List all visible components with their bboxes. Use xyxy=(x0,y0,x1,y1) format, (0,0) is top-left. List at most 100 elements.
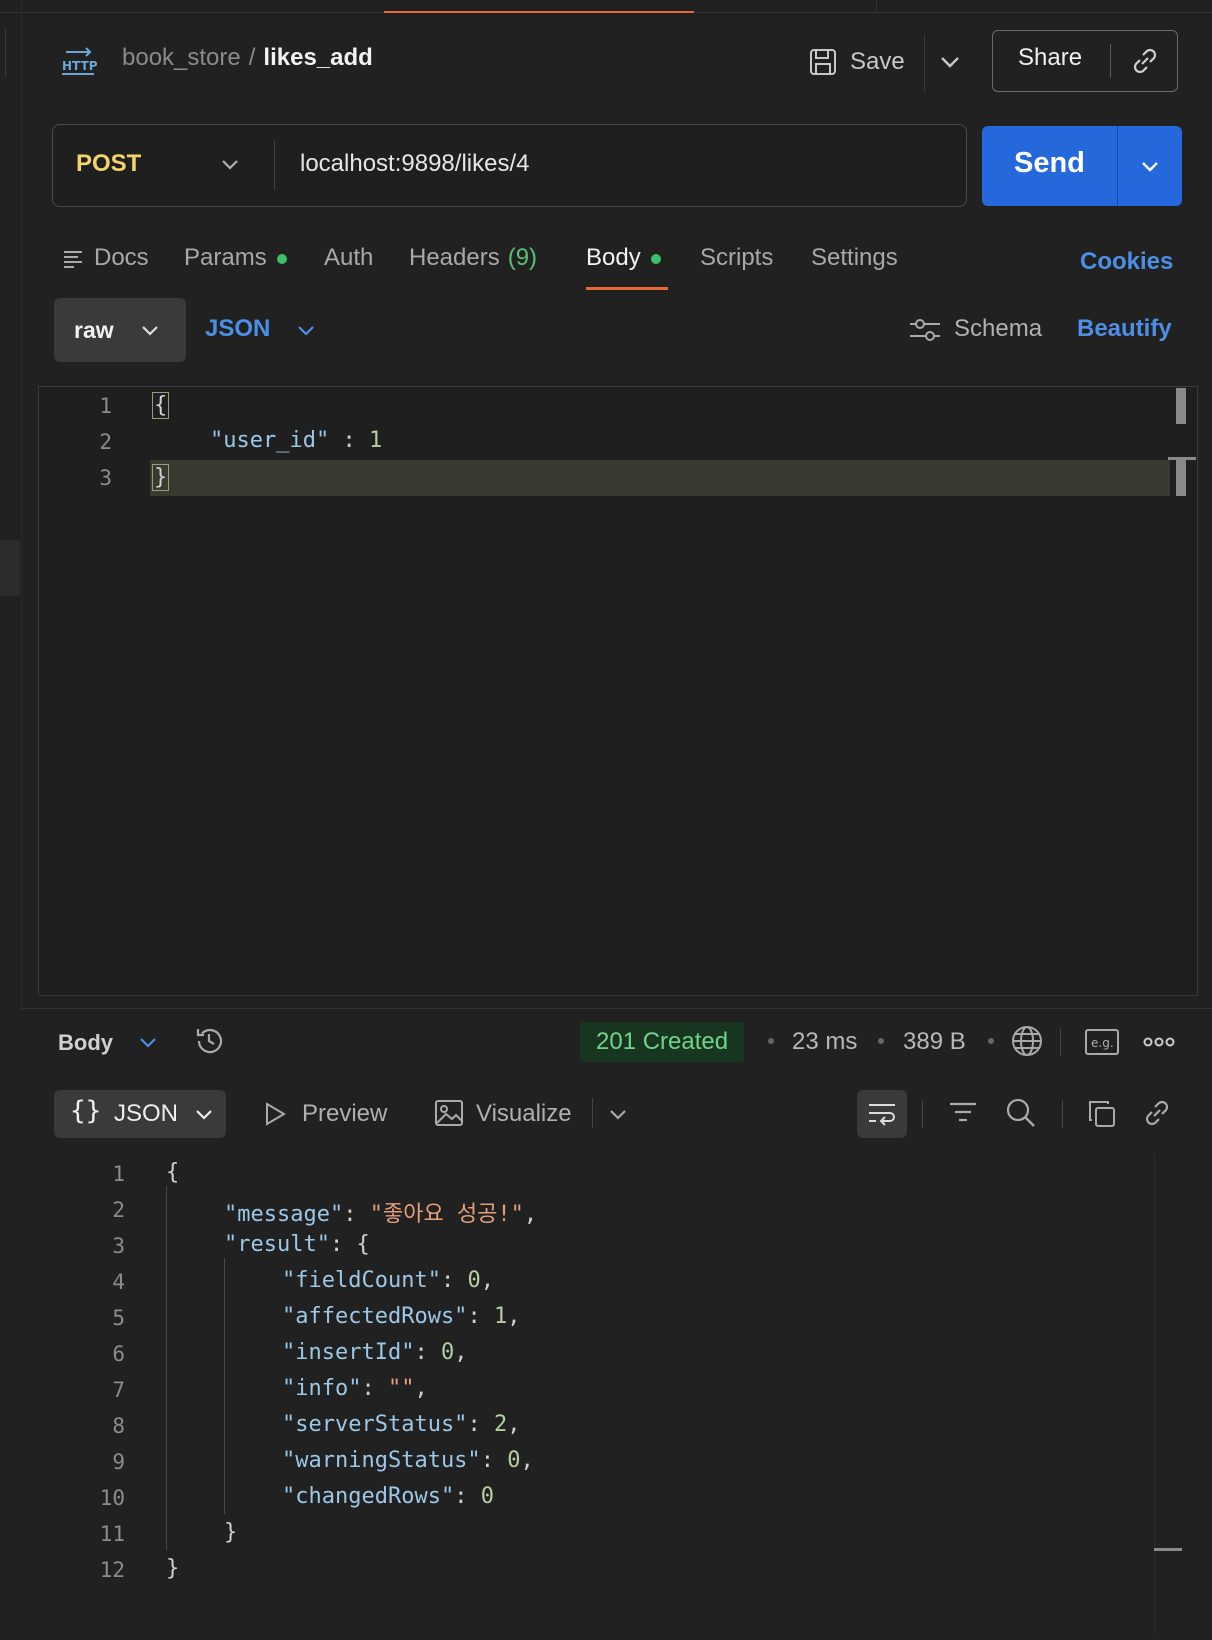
current-line-highlight xyxy=(150,460,1170,496)
json-braces-icon: {} xyxy=(70,1096,102,1126)
json-value: 1 xyxy=(368,428,383,453)
request-title[interactable]: likes_add xyxy=(263,44,372,71)
json-line-field: "affectedRows": 1, xyxy=(282,1304,521,1329)
tab-body[interactable]: Body xyxy=(586,244,661,272)
json-value: 1 xyxy=(493,1304,508,1329)
link-icon[interactable] xyxy=(1140,1096,1174,1130)
schema-button[interactable]: Schema xyxy=(954,315,1042,343)
line-number: 5 xyxy=(112,1306,125,1330)
copy-link-icon[interactable] xyxy=(1128,44,1162,78)
json-value: 2 xyxy=(493,1412,508,1437)
tab-auth[interactable]: Auth xyxy=(324,244,373,272)
image-icon xyxy=(434,1098,464,1128)
left-rail-edge xyxy=(0,28,6,78)
method-chevron-down-icon[interactable] xyxy=(218,152,242,176)
json-comma: , xyxy=(454,1340,468,1365)
http-icon: HTTP xyxy=(60,46,100,78)
left-rail-selection xyxy=(0,540,20,596)
beautify-button[interactable]: Beautify xyxy=(1077,315,1172,343)
visualize-chevron-down-icon[interactable] xyxy=(606,1102,630,1126)
scrollbar-thumb[interactable] xyxy=(1176,388,1186,424)
body-format-chevron-down-icon[interactable] xyxy=(294,318,318,342)
history-icon[interactable] xyxy=(192,1024,226,1058)
json-comma: , xyxy=(480,1268,494,1293)
more-options-icon[interactable] xyxy=(1142,1030,1176,1054)
breadcrumb: book_store / likes_add xyxy=(122,44,373,72)
visualize-button[interactable]: Visualize xyxy=(476,1100,572,1128)
left-rail-divider xyxy=(21,0,22,1010)
tab-settings[interactable]: Settings xyxy=(811,244,898,272)
response-scrollbar-track[interactable] xyxy=(1154,1154,1155,1634)
json-string-value: "" xyxy=(387,1376,415,1401)
response-section-chevron-down-icon[interactable] xyxy=(136,1030,160,1054)
json-key: "message" xyxy=(224,1202,344,1227)
example-icon[interactable]: e.g. xyxy=(1084,1028,1120,1056)
line-number: 1 xyxy=(99,394,112,418)
copy-icon[interactable] xyxy=(1086,1098,1118,1130)
scrollbar-cursor-marker xyxy=(1176,460,1186,496)
schema-sliders-icon[interactable] xyxy=(908,316,942,344)
play-icon xyxy=(262,1100,288,1128)
save-options-chevron-icon[interactable] xyxy=(936,46,964,78)
line-number: 1 xyxy=(112,1162,125,1186)
response-time[interactable]: 23 ms xyxy=(792,1028,857,1056)
tab-params-label: Params xyxy=(184,244,267,271)
url-input[interactable]: localhost:9898/likes/4 xyxy=(300,150,529,178)
body-indicator-dot xyxy=(650,253,661,264)
search-icon[interactable] xyxy=(1004,1096,1038,1130)
save-button[interactable]: Save xyxy=(808,40,905,84)
send-divider xyxy=(1117,126,1118,206)
globe-icon[interactable] xyxy=(1010,1024,1044,1058)
svg-text:e.g.: e.g. xyxy=(1091,1036,1114,1050)
body-format-select[interactable]: JSON xyxy=(205,315,270,343)
cookies-link[interactable]: Cookies xyxy=(1080,248,1173,276)
json-comma: , xyxy=(507,1304,521,1329)
json-close-brace: } xyxy=(166,1556,180,1581)
share-label[interactable]: Share xyxy=(1018,44,1082,72)
response-format-label[interactable]: JSON xyxy=(114,1100,178,1128)
method-select[interactable]: POST xyxy=(76,150,141,178)
response-format-chevron-down-icon[interactable] xyxy=(192,1102,216,1126)
indent-guide xyxy=(166,1186,167,1550)
json-string-value: "좋아요 성공!" xyxy=(369,1202,524,1227)
line-number: 8 xyxy=(112,1414,125,1438)
response-section-select[interactable]: Body xyxy=(58,1030,113,1056)
filter-icon[interactable] xyxy=(948,1098,978,1128)
code-line: "user_id" : 1 xyxy=(210,428,382,453)
json-line-field: "insertId": 0, xyxy=(282,1340,468,1365)
json-key: "warningStatus" xyxy=(282,1448,481,1473)
wrap-lines-icon[interactable] xyxy=(866,1099,898,1129)
breadcrumb-collection[interactable]: book_store xyxy=(122,44,241,71)
body-mode-chevron-down-icon[interactable] xyxy=(138,318,162,342)
save-label: Save xyxy=(850,48,905,75)
tab-params[interactable]: Params xyxy=(184,244,287,272)
line-number: 3 xyxy=(99,466,112,490)
line-number: 6 xyxy=(112,1342,125,1366)
tab-docs[interactable]: Docs xyxy=(94,244,149,272)
response-scrollbar-thumb[interactable] xyxy=(1154,1548,1182,1551)
svg-text:HTTP: HTTP xyxy=(62,59,98,73)
send-options-chevron-down-icon[interactable] xyxy=(1138,154,1162,178)
meta-separator-dot xyxy=(878,1038,884,1044)
json-open-brace: { xyxy=(166,1160,180,1185)
share-divider xyxy=(1110,44,1111,78)
json-key: "fieldCount" xyxy=(282,1268,441,1293)
active-tab-indicator xyxy=(384,11,694,13)
json-key: "user_id" xyxy=(210,428,330,453)
params-indicator-dot xyxy=(276,253,287,264)
json-key: "changedRows" xyxy=(282,1484,455,1509)
send-label[interactable]: Send xyxy=(1014,147,1085,180)
line-number: 12 xyxy=(99,1558,125,1582)
tab-body-label: Body xyxy=(586,244,641,271)
tab-headers[interactable]: Headers (9) xyxy=(409,244,537,272)
tab-scripts[interactable]: Scripts xyxy=(700,244,773,272)
response-size[interactable]: 389 B xyxy=(903,1028,966,1056)
json-key: "insertId" xyxy=(282,1340,415,1365)
meta-separator-dot xyxy=(768,1038,774,1044)
json-key: "serverStatus" xyxy=(282,1412,468,1437)
json-line-field: "warningStatus": 0, xyxy=(282,1448,534,1473)
preview-button[interactable]: Preview xyxy=(302,1100,387,1128)
response-body-viewer[interactable] xyxy=(52,1154,1152,1594)
url-divider xyxy=(274,140,275,190)
body-mode-label[interactable]: raw xyxy=(74,317,114,344)
